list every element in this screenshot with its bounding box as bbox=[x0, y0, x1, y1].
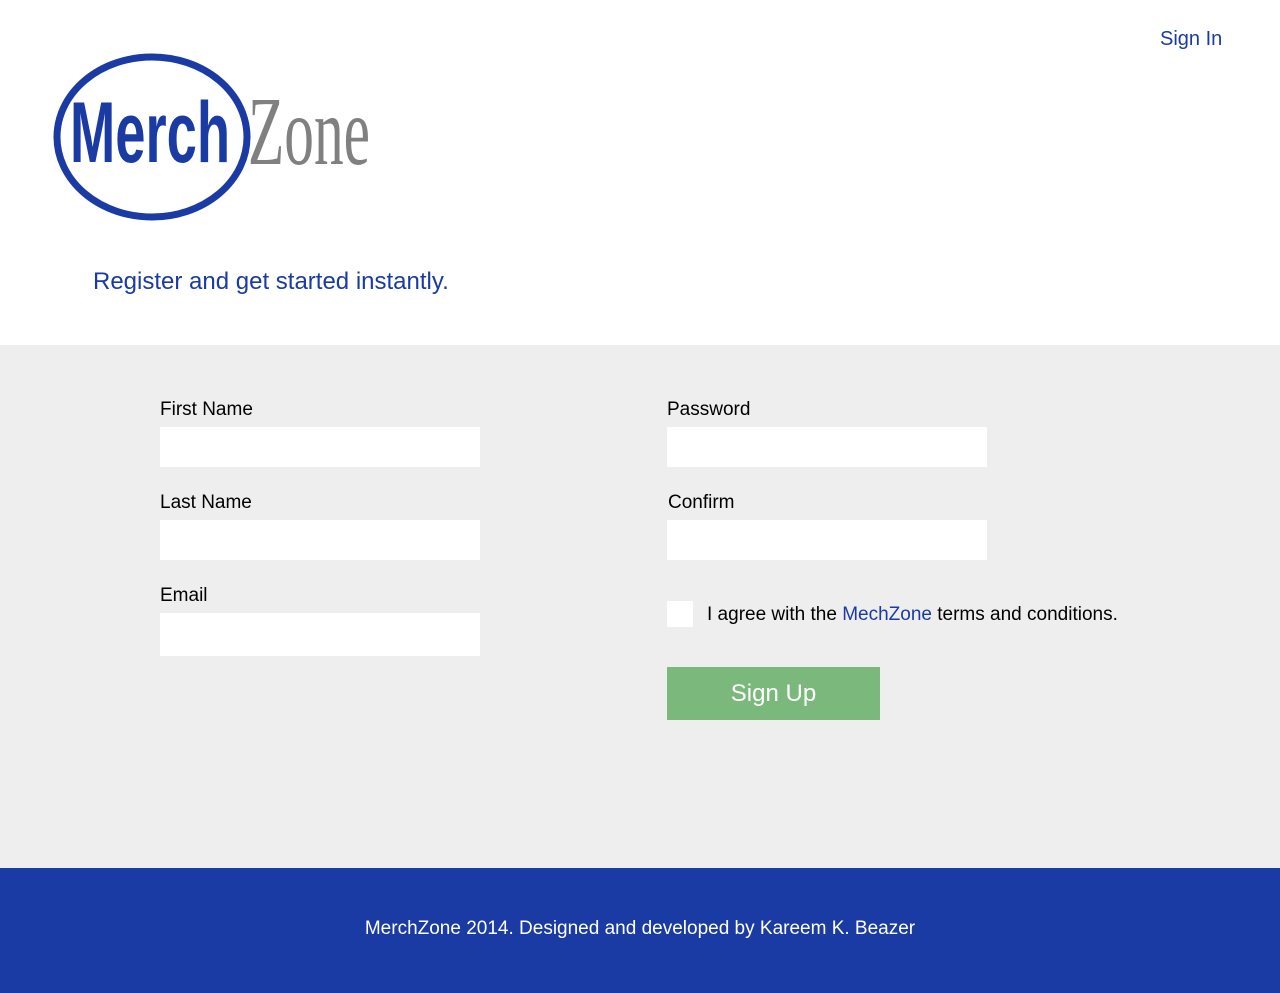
footer: MerchZone 2014. Designed and developed b… bbox=[0, 868, 1280, 993]
last-name-input[interactable] bbox=[160, 520, 480, 560]
page-tagline: Register and get started instantly. bbox=[93, 268, 449, 295]
terms-agreement-text: I agree with the MechZone terms and cond… bbox=[707, 604, 1118, 626]
email-label: Email bbox=[160, 585, 208, 606]
terms-checkbox[interactable] bbox=[667, 601, 693, 627]
confirm-password-input[interactable] bbox=[667, 520, 987, 560]
registration-form: First Name Last Name Email Password Conf… bbox=[0, 345, 1280, 868]
merchzone-logo: Merch Zone bbox=[53, 53, 370, 221]
footer-credits: MerchZone 2014. Designed and developed b… bbox=[364, 918, 916, 939]
sign-in-link[interactable]: Sign In bbox=[1160, 28, 1222, 51]
confirm-label: Confirm bbox=[668, 492, 735, 513]
last-name-label: Last Name bbox=[160, 492, 252, 513]
logo-word-zone: Zone bbox=[248, 78, 370, 186]
terms-suffix: terms and conditions. bbox=[931, 604, 1118, 625]
first-name-input[interactable] bbox=[160, 427, 480, 467]
password-input[interactable] bbox=[667, 427, 987, 467]
page: Sign In Merch Zone Register and get star… bbox=[0, 0, 1280, 993]
first-name-label: First Name bbox=[160, 399, 253, 420]
email-input[interactable] bbox=[160, 613, 480, 656]
logo-word-merch: Merch bbox=[70, 85, 230, 181]
password-label: Password bbox=[667, 399, 751, 420]
header: Sign In Merch Zone Register and get star… bbox=[0, 0, 1280, 345]
terms-link[interactable]: MechZone bbox=[842, 604, 932, 625]
sign-up-button[interactable]: Sign Up bbox=[667, 667, 880, 720]
terms-prefix: I agree with the bbox=[707, 604, 843, 625]
